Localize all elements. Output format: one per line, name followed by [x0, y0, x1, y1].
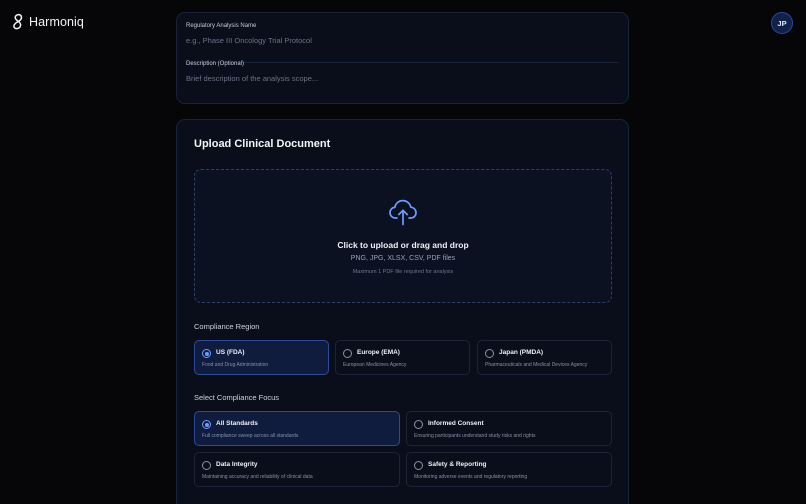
focus-option-title: Data Integrity — [216, 461, 258, 468]
region-option-subtitle: Pharmaceuticals and Medical Devices Agen… — [485, 362, 588, 368]
region-option-subtitle: Food and Drug Administration — [202, 362, 269, 368]
focus-option-all-standards[interactable]: All Standards Full compliance sweep acro… — [194, 411, 400, 446]
focus-option-subtitle: Ensuring participants understand study r… — [414, 433, 536, 439]
upload-dropzone[interactable]: Click to upload or drag and drop PNG, JP… — [194, 169, 612, 303]
analysis-name-input[interactable]: e.g., Phase III Oncology Trial Protocol — [186, 36, 619, 45]
brand[interactable]: Harmoniq — [12, 13, 84, 31]
focus-option-title: Safety & Reporting — [428, 461, 487, 468]
analysis-details-card: Regulatory Analysis Name e.g., Phase III… — [176, 12, 629, 104]
radio-icon[interactable] — [202, 461, 211, 470]
focus-option-subtitle: Monitoring adverse events and regulatory… — [414, 474, 528, 480]
focus-option-title: Informed Consent — [428, 420, 484, 427]
region-option-title: Japan (PMDA) — [499, 349, 544, 356]
region-option-japan-pmda[interactable]: Japan (PMDA) Pharmaceuticals and Medical… — [477, 340, 612, 375]
description-input[interactable]: Brief description of the analysis scope.… — [186, 74, 619, 83]
focus-option-subtitle: Full compliance sweep across all standar… — [202, 433, 299, 439]
harmoniq-logo-icon — [13, 13, 23, 30]
region-option-title: US (FDA) — [216, 349, 245, 356]
dropzone-title: Click to upload or drag and drop — [337, 240, 469, 250]
description-label: Description (Optional) — [186, 61, 245, 67]
avatar[interactable]: JP — [771, 12, 793, 34]
focus-option-informed-consent[interactable]: Informed Consent Ensuring participants u… — [406, 411, 612, 446]
compliance-focus-label: Select Compliance Focus — [194, 393, 280, 402]
focus-option-title: All Standards — [216, 420, 258, 427]
dropzone-note: Maximum 1 PDF file required for analysis — [352, 269, 454, 275]
radio-icon[interactable] — [343, 349, 352, 358]
focus-option-subtitle: Maintaining accuracy and reliability of … — [202, 474, 313, 480]
radio-selected-icon[interactable] — [202, 420, 211, 429]
brand-name: Harmoniq — [29, 15, 84, 29]
region-option-title: Europe (EMA) — [357, 349, 400, 356]
dropzone-file-types: PNG, JPG, XLSX, CSV, PDF files — [350, 255, 456, 262]
cloud-upload-icon — [389, 199, 417, 226]
focus-option-safety-reporting[interactable]: Safety & Reporting Monitoring adverse ev… — [406, 452, 612, 487]
description-field[interactable]: Description (Optional) Brief description… — [186, 61, 619, 83]
compliance-region-label: Compliance Region — [194, 322, 260, 331]
region-option-us-fda[interactable]: US (FDA) Food and Drug Administration — [194, 340, 329, 375]
radio-selected-icon[interactable] — [202, 349, 211, 358]
region-option-europe-ema[interactable]: Europe (EMA) European Medicines Agency — [335, 340, 470, 375]
radio-icon[interactable] — [485, 349, 494, 358]
analysis-name-field[interactable]: Regulatory Analysis Name e.g., Phase III… — [186, 23, 619, 63]
upload-card: Upload Clinical Document Click to upload… — [176, 119, 629, 504]
focus-option-data-integrity[interactable]: Data Integrity Maintaining accuracy and … — [194, 452, 400, 487]
upload-title: Upload Clinical Document — [194, 138, 331, 150]
radio-icon[interactable] — [414, 420, 423, 429]
region-option-subtitle: European Medicines Agency — [343, 362, 407, 368]
analysis-name-label: Regulatory Analysis Name — [186, 23, 257, 29]
radio-icon[interactable] — [414, 461, 423, 470]
